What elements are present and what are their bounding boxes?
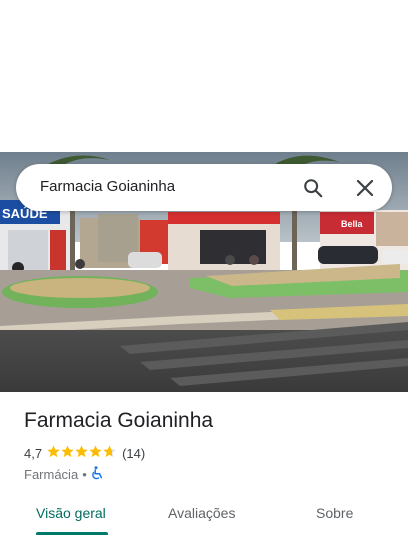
tab-reviews[interactable]: Avaliações (168, 505, 235, 521)
search-input[interactable]: Farmacia Goianinha (40, 178, 175, 195)
tab-about[interactable]: Sobre (316, 505, 353, 521)
separator: • (82, 467, 87, 482)
tab-bar: Visão geral Avaliações Sobre (0, 496, 408, 536)
wheelchair-icon (91, 466, 104, 483)
review-count: (14) (122, 445, 146, 461)
place-category: Farmácia (24, 467, 79, 482)
search-bar[interactable]: Farmacia Goianinha (16, 164, 392, 211)
search-icon[interactable] (297, 172, 329, 204)
category-row: Farmácia • (24, 466, 104, 483)
close-icon[interactable] (349, 172, 381, 204)
place-title: Farmacia Goianinha (24, 409, 214, 432)
tab-overview[interactable]: Visão geral (36, 505, 106, 521)
active-tab-indicator (36, 532, 108, 535)
rating-value: 4,7 (24, 445, 43, 461)
rating-row[interactable]: 4,7 (14) (24, 445, 145, 461)
rating-stars (47, 445, 117, 461)
right-store-sign: Bella (341, 219, 364, 229)
